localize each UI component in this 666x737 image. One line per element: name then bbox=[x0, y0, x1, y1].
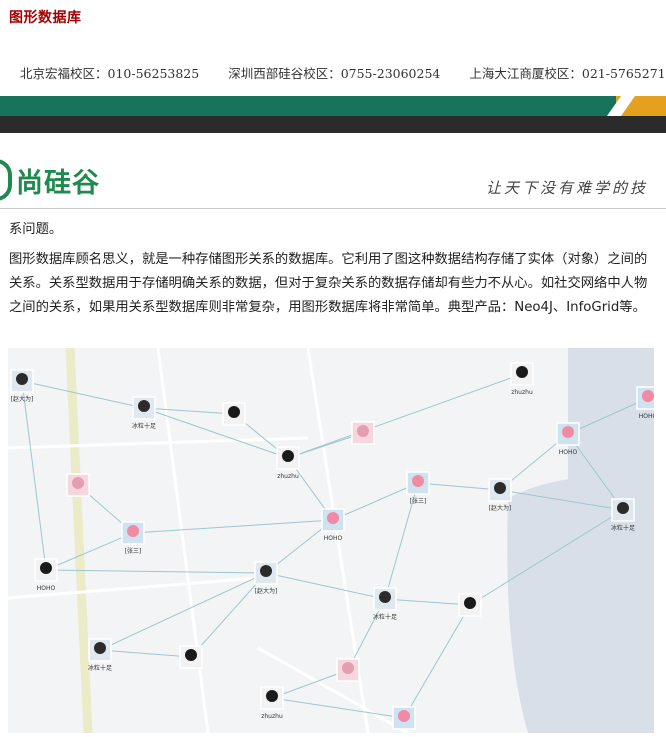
graph-node bbox=[179, 645, 203, 669]
avatar-face-icon bbox=[266, 690, 278, 702]
graph-node bbox=[336, 658, 360, 682]
graph-node: 冰粒十足 bbox=[611, 498, 635, 532]
graph-node-label: zhuzhu bbox=[277, 473, 299, 480]
avatar-face-icon bbox=[342, 662, 354, 674]
avatar-face-icon bbox=[398, 710, 410, 722]
graph-node: [张三] bbox=[121, 521, 145, 555]
graph-node: 冰粒十足 bbox=[132, 396, 156, 430]
slogan: 让天下没有难学的技 bbox=[486, 179, 649, 197]
graph-node bbox=[458, 593, 482, 617]
graph-node-label: 冰粒十足 bbox=[611, 524, 635, 532]
graph-edge bbox=[384, 598, 471, 606]
graph-node: [赵大为] bbox=[10, 369, 34, 403]
graph-node-label: [赵大为] bbox=[489, 504, 512, 512]
avatar-face-icon bbox=[260, 565, 272, 577]
avatar-face-icon bbox=[282, 450, 294, 462]
avatar-face-icon bbox=[94, 642, 106, 654]
graph-node: [赵大为] bbox=[254, 561, 278, 595]
graph-node-label: HOHO bbox=[324, 535, 343, 542]
graph-node-label: HOHO bbox=[559, 449, 578, 456]
graph-node: HOHO bbox=[556, 422, 580, 456]
avatar-face-icon bbox=[138, 400, 150, 412]
graph-edge bbox=[21, 380, 47, 571]
graph-node-label: [张三] bbox=[410, 497, 427, 505]
map-road-main bbox=[65, 348, 93, 733]
avatar-face-icon bbox=[40, 562, 52, 574]
graph-node bbox=[392, 706, 416, 730]
graph-edge bbox=[417, 482, 501, 491]
graph-edge bbox=[332, 482, 419, 521]
text-fragment: 系问题。 bbox=[9, 222, 63, 237]
graph-node: HOHO bbox=[636, 386, 654, 420]
graph-node-label: HOHO bbox=[639, 413, 654, 420]
graph-edge bbox=[403, 604, 471, 719]
brand-band-green bbox=[0, 96, 666, 116]
avatar-face-icon bbox=[357, 425, 369, 437]
graph-edge bbox=[99, 649, 192, 658]
avatar-face-icon bbox=[16, 373, 28, 385]
avatar-face-icon bbox=[379, 591, 391, 603]
graph-node: zhuzhu bbox=[276, 446, 300, 480]
avatar-face-icon bbox=[617, 502, 629, 514]
avatar-face-icon bbox=[185, 649, 197, 661]
graph-node-label: zhuzhu bbox=[511, 389, 533, 396]
intro-paragraph: 图形数据库顾名思义，就是一种存储图形关系的数据库。它利用了图这种数据结构存储了实… bbox=[9, 252, 648, 315]
logo-text: 尚硅谷 bbox=[16, 167, 100, 199]
graph-node-label: [赵大为] bbox=[11, 395, 34, 403]
graph-edge bbox=[190, 572, 267, 658]
avatar-face-icon bbox=[228, 406, 240, 418]
graph-node bbox=[222, 402, 246, 426]
graph-node: HOHO bbox=[321, 508, 345, 542]
graph-node: [张三] bbox=[406, 471, 430, 505]
graph-node: [赵大为] bbox=[488, 478, 512, 512]
graph-node-label: 冰粒十足 bbox=[132, 422, 156, 430]
contact-beijing: 北京宏福校区：010-56253825 bbox=[20, 66, 200, 81]
avatar-face-icon bbox=[642, 390, 654, 402]
graph-node: zhuzhu bbox=[260, 686, 284, 720]
graph-node: HOHO bbox=[34, 558, 58, 592]
avatar-face-icon bbox=[412, 475, 424, 487]
graph-edge bbox=[143, 407, 289, 459]
logo-mark-icon bbox=[0, 159, 12, 201]
avatar-face-icon bbox=[562, 426, 574, 438]
graph-node: 冰粒十足 bbox=[373, 587, 397, 621]
graph-node: 冰粒十足 bbox=[88, 638, 112, 672]
graph-node-label: 冰粒十足 bbox=[88, 664, 112, 672]
graph-node-label: [赵大为] bbox=[255, 587, 278, 595]
graph-node: zhuzhu bbox=[510, 362, 534, 396]
graph-edge bbox=[21, 380, 145, 409]
graph-edge bbox=[265, 572, 386, 600]
contact-row: 北京宏福校区：010-56253825 深圳西部硅谷校区：0755-230602… bbox=[20, 63, 666, 82]
social-graph-figure: [赵大为] 冰粒十足 zhuzhu zhuzhu HOHO [张三] [赵大为] 冰粒十足 [张… bbox=[8, 348, 654, 733]
avatar-face-icon bbox=[127, 525, 139, 537]
contact-shenzhen: 深圳西部硅谷校区：0755-23060254 bbox=[228, 66, 441, 81]
avatar-face-icon bbox=[516, 366, 528, 378]
avatar-face-icon bbox=[327, 512, 339, 524]
graph-edge bbox=[45, 532, 134, 571]
logo: 尚硅谷 bbox=[0, 159, 100, 201]
graph-node-label: 冰粒十足 bbox=[373, 613, 397, 621]
graph-node-label: [张三] bbox=[125, 547, 142, 555]
graph-node-label: HOHO bbox=[37, 585, 56, 592]
graph-edge bbox=[271, 697, 405, 719]
graph-node bbox=[351, 421, 375, 445]
avatar-face-icon bbox=[464, 597, 476, 609]
header-divider bbox=[0, 208, 666, 209]
contact-shanghai: 上海大江商厦校区：021-57652717 bbox=[469, 66, 666, 81]
document-title: 图形数据库 bbox=[9, 10, 82, 26]
graph-node bbox=[66, 473, 90, 497]
avatar-face-icon bbox=[494, 482, 506, 494]
social-graph-svg: [赵大为] 冰粒十足 zhuzhu zhuzhu HOHO [张三] [赵大为] 冰粒十足 [张… bbox=[8, 348, 654, 733]
avatar-face-icon bbox=[72, 477, 84, 489]
brand-band-dark bbox=[0, 116, 666, 133]
graph-node-label: zhuzhu bbox=[261, 713, 283, 720]
article-body: 系问题。 图形数据库顾名思义，就是一种存储图形关系的数据库。它利用了图这种数据结… bbox=[9, 218, 654, 326]
graph-edge bbox=[287, 373, 523, 459]
graph-edge bbox=[132, 519, 334, 534]
